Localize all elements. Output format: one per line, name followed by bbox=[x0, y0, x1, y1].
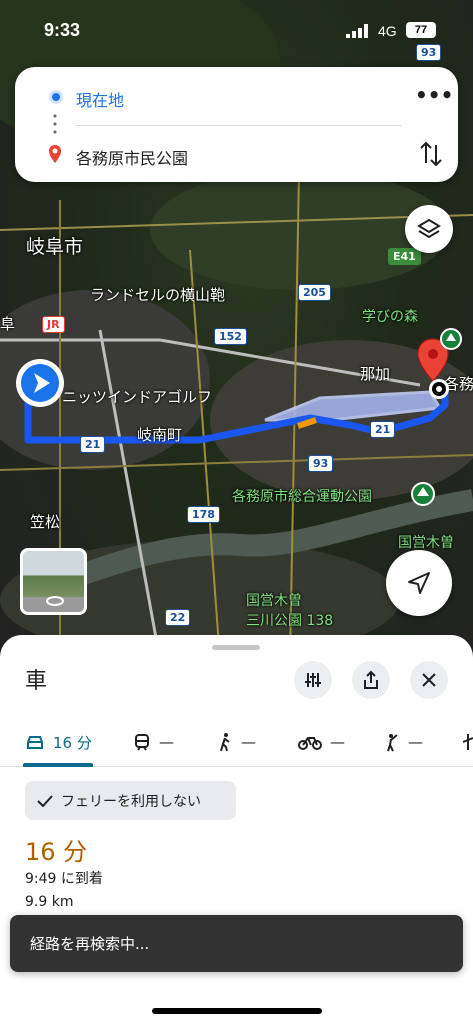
route-distance: 9.9 km bbox=[25, 894, 74, 910]
tab-rideshare-label: — bbox=[408, 733, 423, 751]
road-shield: 93 bbox=[308, 455, 334, 472]
swap-vertical-icon[interactable] bbox=[417, 139, 445, 169]
route-options-button[interactable] bbox=[294, 661, 332, 699]
origin-dot-icon bbox=[49, 90, 63, 104]
route-duration: 16 分 bbox=[25, 838, 88, 866]
arrival-time: 9:49 に到着 bbox=[25, 871, 103, 887]
home-indicator[interactable] bbox=[152, 1008, 322, 1014]
map-label-kokuei-kiso[interactable]: 国営木曽 bbox=[246, 590, 302, 610]
tab-transit[interactable]: — bbox=[133, 717, 174, 767]
map-label-ginan: 岐南町 bbox=[137, 426, 183, 444]
current-location-marker[interactable] bbox=[14, 357, 66, 409]
share-button[interactable] bbox=[352, 661, 390, 699]
map-label-gifu-edge: 阜 bbox=[0, 315, 16, 333]
signal-icon bbox=[346, 24, 368, 38]
network-type: 4G bbox=[378, 23, 397, 39]
more-options-icon[interactable]: ••• bbox=[415, 83, 453, 109]
drag-handle[interactable] bbox=[212, 645, 260, 650]
car-icon bbox=[27, 736, 43, 749]
navigation-arrow-icon bbox=[408, 572, 430, 594]
train-icon bbox=[135, 734, 149, 751]
park-icon[interactable] bbox=[411, 482, 435, 506]
layers-button[interactable] bbox=[405, 205, 453, 253]
avoid-ferries-chip[interactable]: フェリーを利用しない bbox=[25, 781, 236, 820]
status-bar: 9:33 4G 77 bbox=[0, 0, 473, 60]
map-label-nitsutsu[interactable]: ニッツインドアゴルフ bbox=[62, 386, 212, 407]
tab-transit-label: — bbox=[159, 733, 174, 751]
road-shield: 22 bbox=[165, 609, 191, 626]
jr-station-icon[interactable]: JR bbox=[42, 316, 65, 333]
walk-icon bbox=[220, 733, 230, 752]
travel-mode-tabs: 16 分 — — — — bbox=[0, 717, 473, 767]
rotate-360-icon bbox=[46, 596, 64, 606]
road-shield: 21 bbox=[80, 436, 106, 453]
travel-mode-title: 車 bbox=[25, 669, 48, 694]
destination-field[interactable]: 各務原市民公園 bbox=[76, 145, 188, 169]
map-label-naka: 那加 bbox=[360, 365, 391, 383]
rerouting-toast: 経路を再検索中... bbox=[10, 915, 463, 972]
road-shield: 205 bbox=[298, 284, 331, 301]
battery-icon: 77 bbox=[406, 22, 436, 38]
tab-rideshare[interactable]: — bbox=[384, 717, 423, 767]
map-label-kokuei-kiso-right[interactable]: 国営木曽 bbox=[398, 532, 454, 552]
tab-car[interactable]: 16 分 bbox=[25, 717, 92, 767]
tab-walk[interactable]: — bbox=[217, 717, 256, 767]
road-shield: 21 bbox=[370, 421, 396, 438]
status-time: 9:33 bbox=[44, 20, 81, 40]
street-view-thumbnail[interactable] bbox=[20, 548, 87, 615]
map-label-kasamatsu: 笠松 bbox=[30, 513, 61, 531]
share-icon bbox=[364, 670, 378, 689]
close-button[interactable] bbox=[410, 661, 448, 699]
checkmark-icon bbox=[37, 794, 53, 807]
map-label-sports-park[interactable]: 各務原市総合運動公園 bbox=[232, 486, 372, 506]
destination-marker-icon bbox=[49, 145, 61, 163]
sliders-icon bbox=[305, 673, 321, 687]
divider bbox=[76, 125, 401, 126]
bike-icon bbox=[298, 737, 322, 750]
directions-card: 現在地 各務原市民公園 ••• bbox=[15, 67, 458, 182]
road-shield: 178 bbox=[187, 506, 220, 523]
my-location-button[interactable] bbox=[386, 550, 452, 616]
layers-icon bbox=[417, 218, 441, 239]
tab-bike[interactable]: — bbox=[298, 717, 345, 767]
avoid-ferries-label: フェリーを利用しない bbox=[61, 793, 201, 810]
active-tab-indicator bbox=[23, 763, 93, 767]
tab-car-label: 16 分 bbox=[53, 733, 92, 752]
map-label-sansen[interactable]: 三川公園 138 bbox=[246, 610, 333, 630]
flight-icon bbox=[462, 734, 473, 750]
rideshare-icon bbox=[387, 734, 398, 752]
tab-more[interactable] bbox=[462, 717, 473, 767]
map-label-randsel[interactable]: ランドセルの横山鞄 bbox=[90, 284, 225, 305]
map-label-gifu: 岐阜市 bbox=[26, 236, 84, 258]
map-label-manabi[interactable]: 学びの森 bbox=[362, 306, 418, 326]
origin-field[interactable]: 現在地 bbox=[76, 87, 124, 111]
road-shield: 152 bbox=[214, 328, 247, 345]
tab-walk-label: — bbox=[241, 733, 256, 751]
tab-bike-label: — bbox=[330, 733, 345, 751]
close-icon bbox=[422, 673, 436, 687]
expressway-shield: E41 bbox=[388, 248, 421, 265]
park-icon[interactable] bbox=[440, 328, 462, 350]
route-dots-icon bbox=[53, 114, 57, 134]
